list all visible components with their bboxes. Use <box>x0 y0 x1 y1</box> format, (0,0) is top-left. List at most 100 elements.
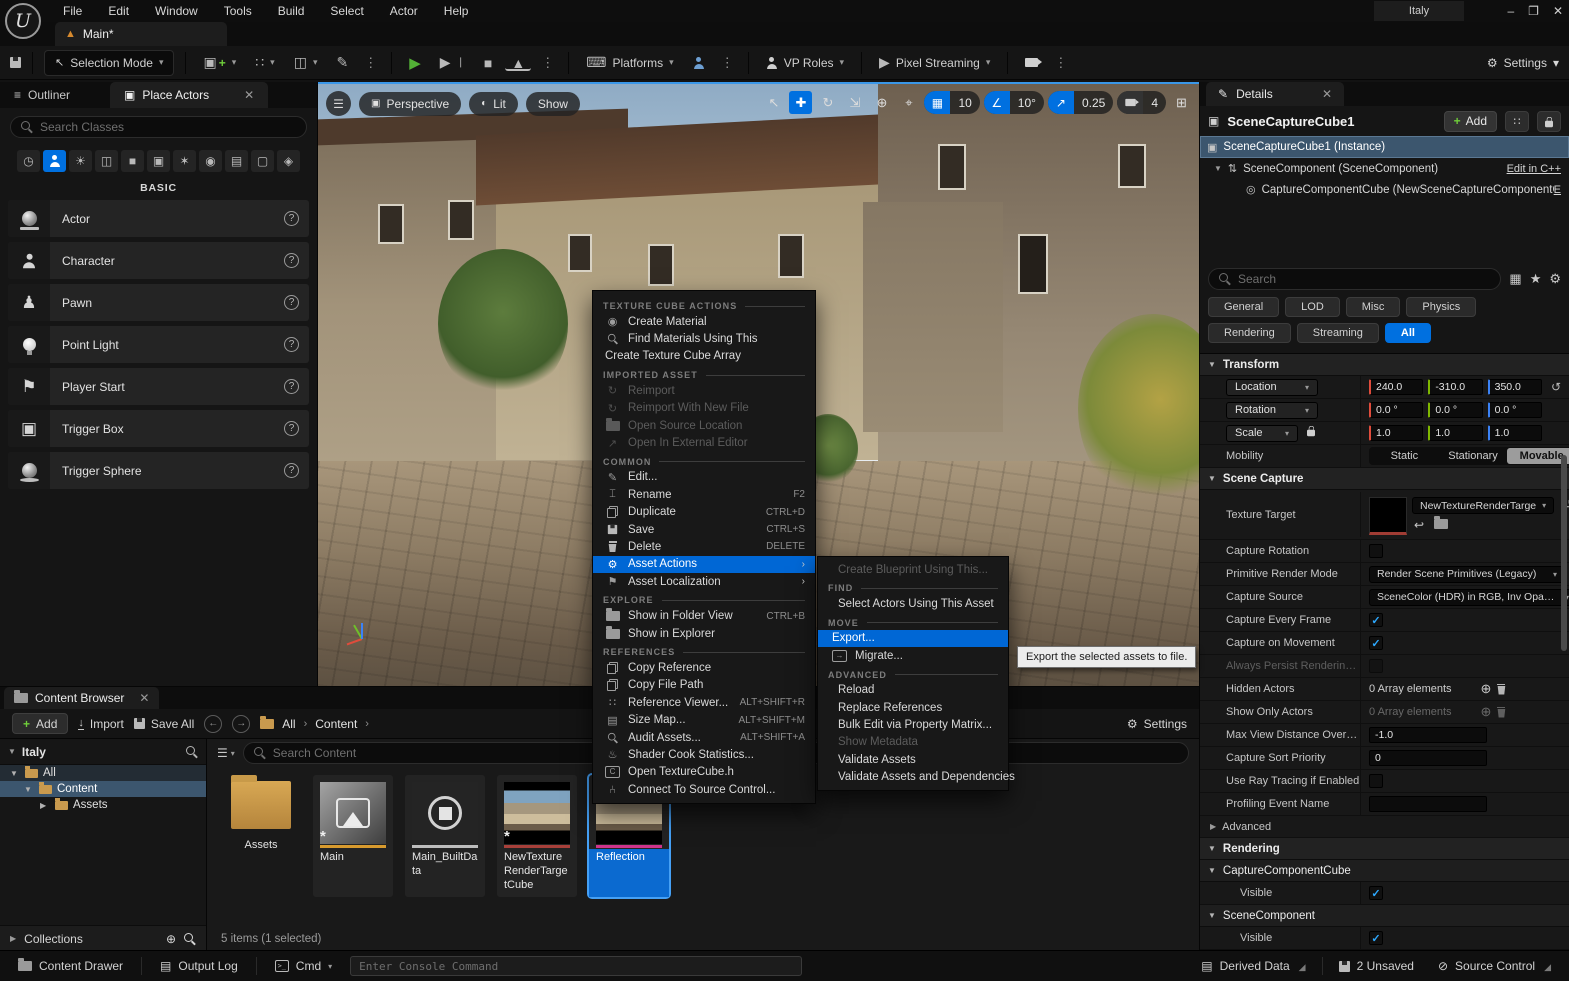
play-options-icon[interactable]: ⋮ <box>538 55 557 71</box>
surface-snap-icon[interactable]: ⌖ <box>897 91 920 114</box>
toolbar-overflow-icon[interactable]: ⋮ <box>361 55 380 71</box>
add-component-button[interactable]: +Add <box>1444 111 1497 132</box>
eject-button[interactable]: ▲ <box>505 54 531 71</box>
search-icon[interactable] <box>186 746 198 758</box>
rotation-z-field[interactable]: 0.0 ° <box>1488 402 1542 418</box>
breadcrumb-all[interactable]: All <box>282 717 295 731</box>
details-scrollbar[interactable] <box>1561 455 1567 651</box>
location-x-field[interactable]: 240.0 <box>1369 379 1423 395</box>
help-icon[interactable]: ? <box>284 295 299 310</box>
section-scene-capture[interactable]: ▼Scene Capture <box>1200 468 1569 490</box>
place-actor-pawn[interactable]: ♟ Pawn ? <box>8 284 309 321</box>
console-command-input[interactable] <box>359 960 793 973</box>
settings-button[interactable]: ⚙ Settings ▾ <box>1487 56 1559 70</box>
place-actor-trigger-box[interactable]: ▣ Trigger Box ? <box>8 410 309 447</box>
section-capture-component-cube[interactable]: ▼CaptureComponentCube <box>1200 860 1569 882</box>
camera-speed-control[interactable]: 4 <box>1117 91 1166 114</box>
scale-type-dropdown[interactable]: Scale▾ <box>1226 425 1298 442</box>
move-tool-icon[interactable]: ✚ <box>789 91 812 114</box>
viewport-options-icon[interactable]: ☰ <box>326 91 351 116</box>
filter-general[interactable]: General <box>1208 297 1279 317</box>
clear-array-icon[interactable] <box>1496 707 1506 718</box>
help-icon[interactable]: ? <box>284 253 299 268</box>
favorites-icon[interactable]: ★ <box>1530 271 1542 287</box>
cinematics-dropdown[interactable]: ◫▾ <box>288 50 324 75</box>
category-volumes-icon[interactable]: ▤ <box>225 150 248 172</box>
help-icon[interactable]: ? <box>284 463 299 478</box>
close-button[interactable]: ✕ <box>1553 4 1563 18</box>
help-icon[interactable]: ? <box>284 421 299 436</box>
profiling-event-field[interactable] <box>1369 796 1487 812</box>
edit-in-cpp-link[interactable]: Edit in C++ <box>1507 163 1561 175</box>
component-row-instance[interactable]: ▣ SceneCaptureCube1 (Instance) <box>1200 136 1569 158</box>
submenu-reload[interactable]: Reload <box>818 682 1008 699</box>
level-tab-main[interactable]: ▲ Main* <box>55 22 227 46</box>
scale-y-field[interactable]: 1.0 <box>1428 425 1482 441</box>
capture-on-movement-checkbox[interactable] <box>1369 636 1383 650</box>
category-media-icon[interactable]: ◉ <box>199 150 222 172</box>
back-icon[interactable]: ← <box>204 715 222 733</box>
mobility-static[interactable]: Static <box>1370 448 1439 464</box>
menu-audit-assets[interactable]: Audit Assets...ALT+SHIFT+A <box>593 729 815 746</box>
editor-modes-button[interactable]: ✎ <box>330 50 354 75</box>
close-details-icon[interactable]: ✕ <box>1322 87 1332 101</box>
capture-every-frame-checkbox[interactable] <box>1369 613 1383 627</box>
asset-tile-rendertarget[interactable]: * NewTextureRenderTargetCube <box>497 775 577 897</box>
content-drawer-button[interactable]: Content Drawer <box>10 959 131 973</box>
menu-size-map[interactable]: ▤Size Map...ALT+SHIFT+M <box>593 711 815 728</box>
place-actor-point-light[interactable]: Point Light ? <box>8 326 309 363</box>
asset-tile-main[interactable]: * Main <box>313 775 393 897</box>
category-shapes-icon[interactable]: ■ <box>121 150 144 172</box>
category-cinematic-icon[interactable]: ◫ <box>95 150 118 172</box>
breadcrumb-content[interactable]: Content <box>315 717 357 731</box>
filter-streaming[interactable]: Streaming <box>1297 323 1379 343</box>
submenu-export[interactable]: Export... <box>818 630 1008 647</box>
tree-item-all[interactable]: ▼All <box>0 765 206 781</box>
tab-details[interactable]: ✎Details✕ <box>1206 82 1344 106</box>
remote-control-button[interactable] <box>1019 54 1044 71</box>
filter-physics[interactable]: Physics <box>1406 297 1476 317</box>
minimize-button[interactable]: – <box>1507 4 1514 18</box>
filter-misc[interactable]: Misc <box>1346 297 1401 317</box>
help-icon[interactable]: ? <box>284 211 299 226</box>
ray-tracing-checkbox[interactable] <box>1369 774 1383 788</box>
clear-array-icon[interactable] <box>1496 684 1506 695</box>
submenu-bulk-edit[interactable]: Bulk Edit via Property Matrix... <box>818 716 1008 733</box>
visible-checkbox[interactable] <box>1369 931 1383 945</box>
edit-in-cpp-link-truncated[interactable]: E <box>1554 184 1561 196</box>
cmd-dropdown[interactable]: >_Cmd▾ <box>267 959 340 973</box>
component-row-scene-component[interactable]: ▼ ⇅ SceneComponent (SceneComponent) Edit… <box>1200 158 1569 179</box>
add-asset-button[interactable]: +Add <box>12 713 68 734</box>
section-scene-component[interactable]: ▼SceneComponent <box>1200 905 1569 927</box>
menu-select[interactable]: Select <box>317 1 376 21</box>
grid-snap-control[interactable]: ▦10 <box>924 91 979 114</box>
unlock-icon[interactable] <box>1537 111 1561 132</box>
location-y-field[interactable]: -310.0 <box>1428 379 1482 395</box>
details-search-input[interactable] <box>1238 272 1490 286</box>
derived-data-button[interactable]: ▤Derived Data◢ <box>1193 959 1313 973</box>
details-search-field[interactable] <box>1208 268 1501 290</box>
row-advanced-scene-capture[interactable]: ▶ Advanced <box>1200 816 1569 838</box>
menu-show-in-explorer[interactable]: Show in Explorer <box>593 625 815 642</box>
menu-rename[interactable]: ⌶RenameF2 <box>593 486 815 503</box>
place-actor-character[interactable]: Character ? <box>8 242 309 279</box>
remote-options-icon[interactable]: ⋮ <box>1051 55 1070 71</box>
menu-build[interactable]: Build <box>265 1 318 21</box>
component-row-capture-component[interactable]: ◎ CaptureComponentCube (NewSceneCaptureC… <box>1200 179 1569 200</box>
search-icon[interactable] <box>184 933 196 945</box>
menu-connect-source-control[interactable]: ⑃Connect To Source Control... <box>593 781 815 798</box>
tree-item-content[interactable]: ▼Content <box>0 781 206 797</box>
capture-rotation-checkbox[interactable] <box>1369 544 1383 558</box>
show-dropdown[interactable]: Show <box>526 92 580 116</box>
menu-open-texturecube-h[interactable]: COpen TextureCube.h <box>593 764 815 781</box>
category-all-icon[interactable]: ◈ <box>277 150 300 172</box>
texture-target-dropdown[interactable]: NewTextureRenderTarge▾ <box>1412 497 1554 514</box>
max-view-distance-field[interactable]: -1.0 <box>1369 727 1487 743</box>
category-fx-icon[interactable]: ✶ <box>173 150 196 172</box>
display-options-icon[interactable]: ▦ <box>1509 271 1521 287</box>
import-button[interactable]: ↓Import <box>78 717 124 731</box>
submenu-select-actors[interactable]: Select Actors Using This Asset <box>818 595 1008 612</box>
details-settings-icon[interactable]: ⚙ <box>1549 271 1561 287</box>
lit-dropdown[interactable]: ◐Lit <box>469 92 518 116</box>
location-type-dropdown[interactable]: Location▾ <box>1226 379 1318 396</box>
